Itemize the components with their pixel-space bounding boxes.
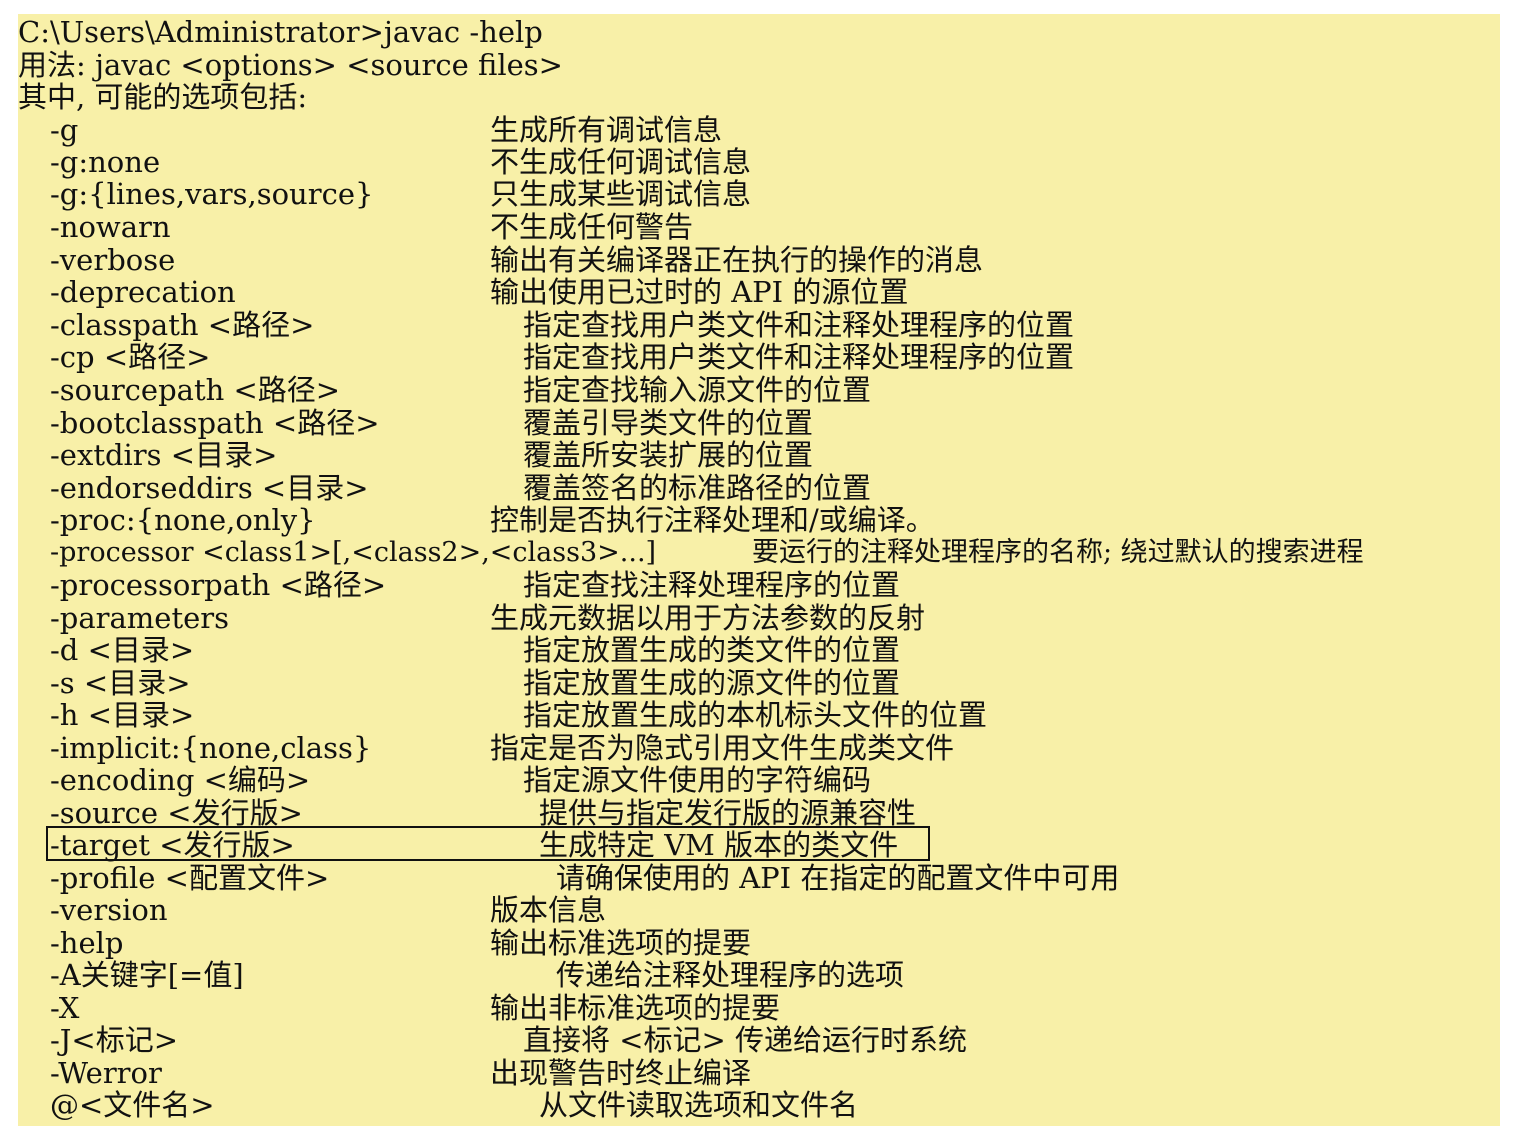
option-name: -profile <配置文件> <box>50 861 330 895</box>
option-description: 出现警告时终止编译 <box>490 1056 752 1090</box>
option-description: 生成所有调试信息 <box>490 113 723 147</box>
option-name: -classpath <路径> <box>50 308 315 342</box>
option-description: 覆盖签名的标准路径的位置 <box>523 471 872 505</box>
option-description: 覆盖引导类文件的位置 <box>523 406 814 440</box>
option-description: 指定是否为隐式引用文件生成类文件 <box>490 731 955 765</box>
option-name: -encoding <编码> <box>50 763 311 797</box>
highlight-box <box>46 826 930 861</box>
option-description: 控制是否执行注释处理和/或编译。 <box>490 503 935 537</box>
option-name: -g:none <box>50 145 161 179</box>
option-name: -proc:{none,only} <box>50 503 316 537</box>
option-name: -endorseddirs <目录> <box>50 471 369 505</box>
option-name: -processorpath <路径> <box>50 568 387 602</box>
intro-line: 其中, 可能的选项包括: <box>18 80 308 114</box>
option-name: -nowarn <box>50 210 171 244</box>
option-description: 不生成任何调试信息 <box>490 145 752 179</box>
option-name: -parameters <box>50 601 230 635</box>
option-name: -help <box>50 926 124 960</box>
option-name: -version <box>50 893 168 927</box>
option-description: 版本信息 <box>490 893 607 927</box>
option-description: 指定放置生成的源文件的位置 <box>523 666 901 700</box>
option-description: 指定查找用户类文件和注释处理程序的位置 <box>523 308 1075 342</box>
option-description: 输出非标准选项的提要 <box>490 991 781 1025</box>
option-name: -bootclasspath <路径> <box>50 406 380 440</box>
option-name: -deprecation <box>50 275 236 309</box>
console-output: C:\Users\Administrator>javac -help 用法: j… <box>18 14 1500 1126</box>
option-description: 传递给注释处理程序的选项 <box>556 958 905 992</box>
option-description: 只生成某些调试信息 <box>490 177 752 211</box>
option-description: 输出有关编译器正在执行的操作的消息 <box>490 243 984 277</box>
option-name: -g:{lines,vars,source} <box>50 177 374 211</box>
option-name: -Werror <box>50 1056 162 1090</box>
option-name: -A关键字[=值] <box>50 958 244 992</box>
option-name: -implicit:{none,class} <box>50 731 372 765</box>
option-name: -cp <路径> <box>50 340 211 374</box>
option-name: -g <box>50 113 79 147</box>
option-name: -d <目录> <box>50 633 195 667</box>
option-name: -source <发行版> <box>50 796 303 830</box>
option-description: 指定放置生成的类文件的位置 <box>523 633 901 667</box>
option-description: 覆盖所安装扩展的位置 <box>523 438 814 472</box>
option-description: 从文件读取选项和文件名 <box>539 1088 859 1122</box>
option-description: 输出标准选项的提要 <box>490 926 752 960</box>
option-description: 直接将 <标记> 传递给运行时系统 <box>523 1023 968 1057</box>
option-description: 指定查找输入源文件的位置 <box>523 373 872 407</box>
prompt-line: C:\Users\Administrator>javac -help <box>18 15 543 49</box>
option-name: -extdirs <目录> <box>50 438 278 472</box>
option-name: -sourcepath <路径> <box>50 373 341 407</box>
option-name: -verbose <box>50 243 176 277</box>
option-name: -h <目录> <box>50 698 195 732</box>
option-name: -s <目录> <box>50 666 191 700</box>
option-name: -J<标记> <box>50 1023 179 1057</box>
option-description: 生成元数据以用于方法参数的反射 <box>490 601 926 635</box>
option-name: @<文件名> <box>50 1088 215 1122</box>
option-description: 输出使用已过时的 API 的源位置 <box>490 275 909 309</box>
option-name: -processor <class1>[,<class2>,<class3>..… <box>50 537 657 568</box>
option-description: 指定查找注释处理程序的位置 <box>523 568 901 602</box>
option-description: 不生成任何警告 <box>490 210 694 244</box>
option-name: -X <box>50 991 80 1025</box>
option-description: 指定查找用户类文件和注释处理程序的位置 <box>523 340 1075 374</box>
option-description: 要运行的注释处理程序的名称; 绕过默认的搜索进程 <box>752 537 1364 568</box>
option-description: 提供与指定发行版的源兼容性 <box>539 796 917 830</box>
option-description: 指定放置生成的本机标头文件的位置 <box>523 698 988 732</box>
option-description: 请确保使用的 API 在指定的配置文件中可用 <box>556 861 1120 895</box>
usage-line: 用法: javac <options> <source files> <box>18 48 563 82</box>
option-description: 指定源文件使用的字符编码 <box>523 763 872 797</box>
